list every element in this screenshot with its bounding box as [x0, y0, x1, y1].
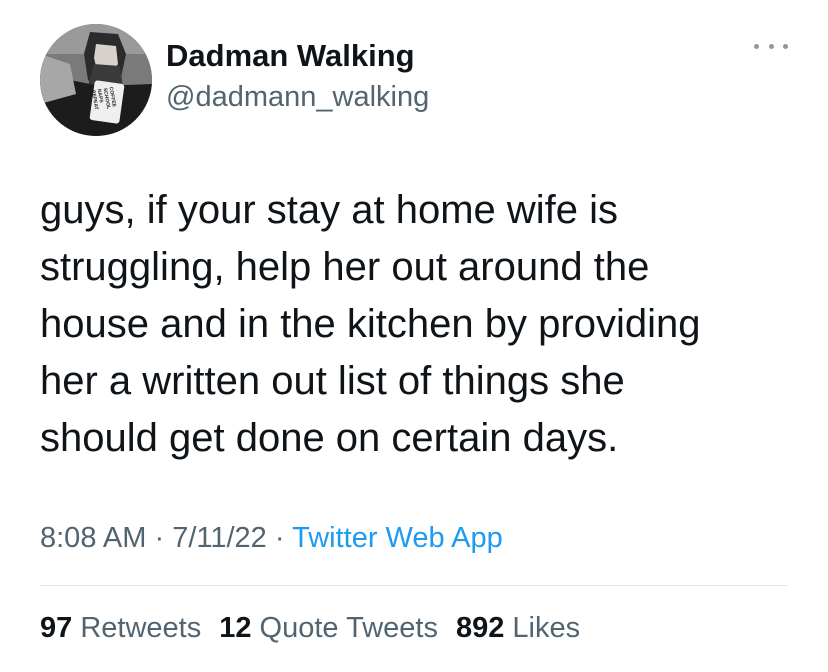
tweet-line: house and in the kitchen by providing: [40, 302, 701, 346]
tweet-stats: 97 Retweets 12 Quote Tweets 892 Likes: [40, 608, 598, 648]
avatar[interactable]: COFFEE SCHOOL NAPS REPEAT: [40, 24, 152, 136]
tweet-date[interactable]: 7/11/22: [172, 522, 267, 554]
avatar-photo: COFFEE SCHOOL NAPS REPEAT: [40, 24, 152, 136]
likes-label: Likes: [512, 612, 581, 644]
more-dot: [754, 43, 759, 49]
retweets-count: 97: [40, 612, 73, 644]
tweet-time[interactable]: 8:08 AM: [40, 522, 146, 554]
tweet-line: should get done on certain days.: [40, 416, 619, 460]
tweet-line: guys, if your stay at home wife is: [40, 188, 619, 232]
divider: [40, 585, 788, 586]
quote-tweets-label: Quote Tweets: [259, 612, 438, 644]
quote-tweets-count: 12: [219, 612, 252, 644]
likes-stat[interactable]: 892 Likes: [456, 608, 580, 648]
retweets-label: Retweets: [80, 612, 202, 644]
meta-separator: ·: [154, 522, 165, 554]
tweet-line: her a written out list of things she: [40, 359, 625, 403]
tweet-line: struggling, help her out around the: [40, 245, 650, 289]
meta-separator: ·: [274, 522, 285, 554]
more-dot: [768, 43, 774, 49]
handle[interactable]: @dadmann_walking: [166, 78, 429, 116]
tweet-text: guys, if your stay at home wife is strug…: [40, 182, 800, 467]
tweet-source-link[interactable]: Twitter Web App: [292, 522, 503, 554]
display-name[interactable]: Dadman Walking: [166, 36, 415, 76]
tweet-meta: 8:08 AM · 7/11/22 · Twitter Web App: [40, 518, 503, 558]
likes-count: 892: [455, 612, 505, 644]
retweets-stat[interactable]: 97 Retweets: [40, 608, 201, 648]
more-dot: [783, 43, 788, 49]
quote-tweets-stat[interactable]: 12 Quote Tweets: [219, 608, 438, 648]
more-horizontal-icon[interactable]: [754, 36, 788, 56]
